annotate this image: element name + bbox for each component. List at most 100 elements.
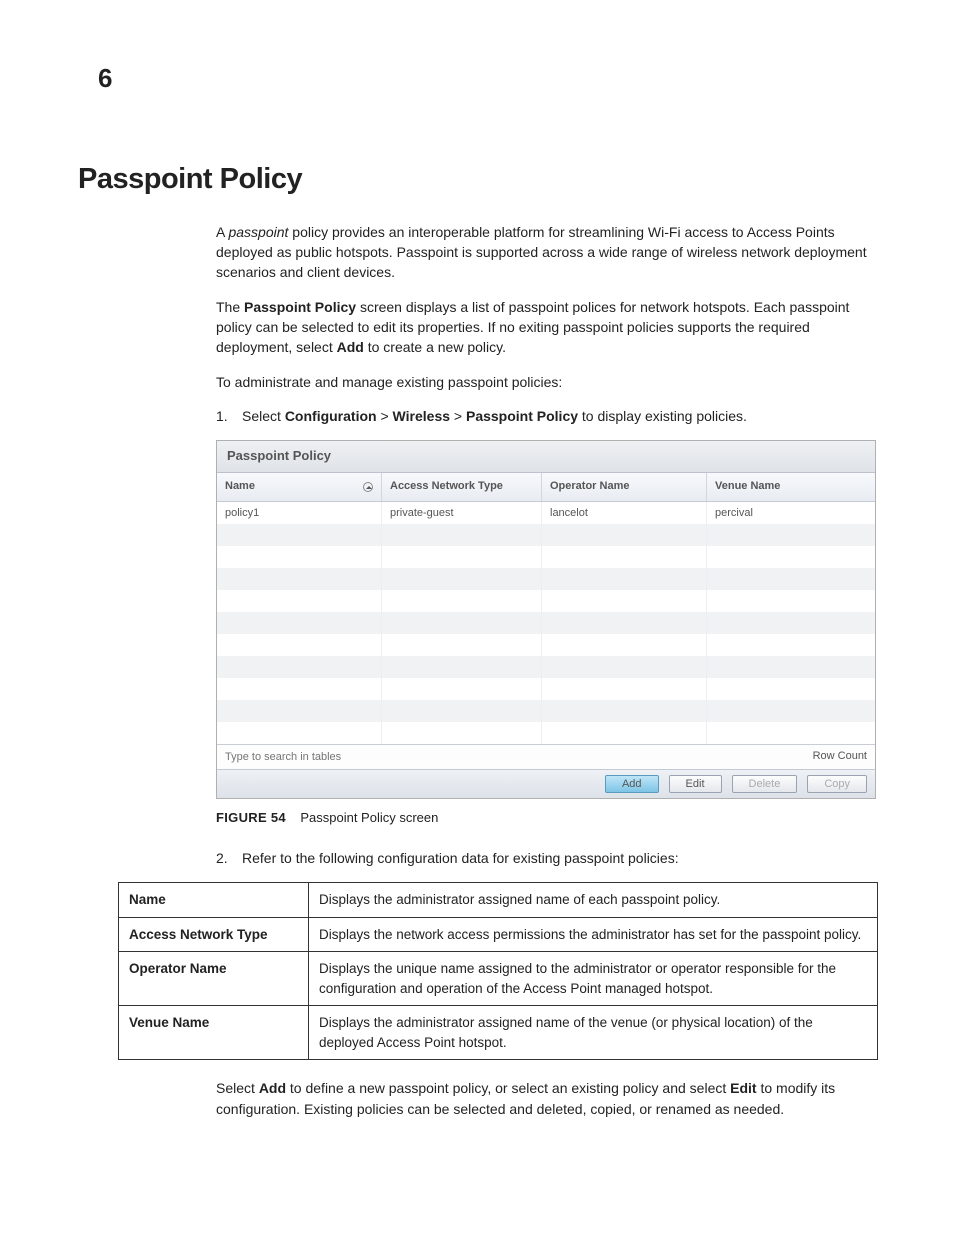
table-cell (217, 612, 382, 634)
text: to create a new policy. (364, 339, 506, 355)
screenshot-passpoint-policy: Passpoint Policy Name Access Network Typ… (216, 440, 876, 799)
bold: Passpoint Policy (244, 299, 356, 315)
add-button[interactable]: Add (605, 775, 659, 793)
table-body: policy1private-guestlancelotpercival (217, 502, 875, 744)
closing-paragraph: Select Add to define a new passpoint pol… (216, 1078, 876, 1119)
copy-button[interactable]: Copy (807, 775, 867, 793)
table-cell (707, 722, 875, 744)
step-number: 2. (216, 848, 242, 868)
field-row: Venue NameDisplays the administrator ass… (119, 1006, 878, 1060)
edit-button[interactable]: Edit (669, 775, 722, 793)
table-cell (382, 722, 542, 744)
table-cell (542, 546, 707, 568)
table-cell (707, 634, 875, 656)
table-cell (707, 590, 875, 612)
table-cell (542, 524, 707, 546)
table-cell (707, 524, 875, 546)
row-count-label: Row Count (813, 749, 867, 765)
table-cell (217, 590, 382, 612)
column-header-name[interactable]: Name (217, 473, 382, 501)
field-name: Name (119, 882, 309, 917)
table-row[interactable] (217, 722, 875, 744)
table-footer: Row Count (217, 744, 875, 769)
text: > (377, 408, 393, 424)
bold: Configuration (285, 408, 377, 424)
emphasis: passpoint (228, 224, 288, 240)
bold: Edit (730, 1080, 756, 1096)
table-cell (217, 524, 382, 546)
bold: Wireless (393, 408, 450, 424)
table-cell (217, 656, 382, 678)
step-1: 1. Select Configuration > Wireless > Pas… (216, 406, 876, 426)
table-cell (217, 700, 382, 722)
table-cell: lancelot (542, 502, 707, 524)
table-row[interactable] (217, 546, 875, 568)
figure-caption: FIGURE 54 Passpoint Policy screen (216, 809, 876, 828)
table-row[interactable] (217, 634, 875, 656)
text: policy provides an interoperable platfor… (216, 224, 867, 281)
table-row[interactable] (217, 524, 875, 546)
table-cell (707, 568, 875, 590)
text: Select (242, 408, 285, 424)
table-cell (382, 656, 542, 678)
figure-text: Passpoint Policy screen (300, 810, 438, 825)
table-cell (382, 678, 542, 700)
sort-asc-icon[interactable] (363, 482, 373, 492)
intro-paragraph-1: A passpoint policy provides an interoper… (216, 222, 876, 283)
step-text: Refer to the following configuration dat… (242, 848, 679, 868)
header-label: Name (225, 479, 255, 495)
table-cell (542, 678, 707, 700)
table-cell (542, 568, 707, 590)
table-cell (382, 524, 542, 546)
table-cell: policy1 (217, 502, 382, 524)
table-row[interactable]: policy1private-guestlancelotpercival (217, 502, 875, 524)
search-input[interactable] (225, 751, 485, 763)
field-description: Displays the network access permissions … (309, 917, 878, 952)
text: Select (216, 1080, 259, 1096)
column-header-access-network-type[interactable]: Access Network Type (382, 473, 542, 501)
field-description: Displays the administrator assigned name… (309, 1006, 878, 1060)
text: A (216, 224, 228, 240)
page-title: Passpoint Policy (78, 158, 876, 200)
table-row[interactable] (217, 612, 875, 634)
panel-title: Passpoint Policy (217, 441, 875, 473)
table-row[interactable] (217, 700, 875, 722)
table-cell (382, 568, 542, 590)
bold: Add (337, 339, 364, 355)
column-header-venue-name[interactable]: Venue Name (707, 473, 875, 501)
text: to define a new passpoint policy, or sel… (286, 1080, 730, 1096)
field-reference-table: NameDisplays the administrator assigned … (118, 882, 878, 1060)
field-name: Operator Name (119, 952, 309, 1006)
table-cell (707, 700, 875, 722)
field-row: Access Network TypeDisplays the network … (119, 917, 878, 952)
table-cell (217, 722, 382, 744)
table-cell (382, 634, 542, 656)
table-row[interactable] (217, 590, 875, 612)
table-row[interactable] (217, 656, 875, 678)
table-cell (217, 546, 382, 568)
table-row[interactable] (217, 678, 875, 700)
chapter-number: 6 (98, 60, 876, 98)
bold: Passpoint Policy (466, 408, 578, 424)
field-description: Displays the administrator assigned name… (309, 882, 878, 917)
delete-button[interactable]: Delete (732, 775, 798, 793)
column-header-operator-name[interactable]: Operator Name (542, 473, 707, 501)
table-cell (217, 568, 382, 590)
field-row: NameDisplays the administrator assigned … (119, 882, 878, 917)
intro-paragraph-2: The Passpoint Policy screen displays a l… (216, 297, 876, 358)
table-cell (382, 612, 542, 634)
step-number: 1. (216, 406, 242, 426)
table-header-row: Name Access Network Type Operator Name V… (217, 473, 875, 502)
table-cell (217, 634, 382, 656)
field-name: Access Network Type (119, 917, 309, 952)
table-cell (707, 678, 875, 700)
table-row[interactable] (217, 568, 875, 590)
step-2: 2. Refer to the following configuration … (216, 848, 876, 868)
table-cell (542, 700, 707, 722)
table-cell (542, 612, 707, 634)
table-cell (542, 590, 707, 612)
table-cell (382, 546, 542, 568)
table-cell (382, 590, 542, 612)
table-cell (542, 634, 707, 656)
table-cell (707, 612, 875, 634)
